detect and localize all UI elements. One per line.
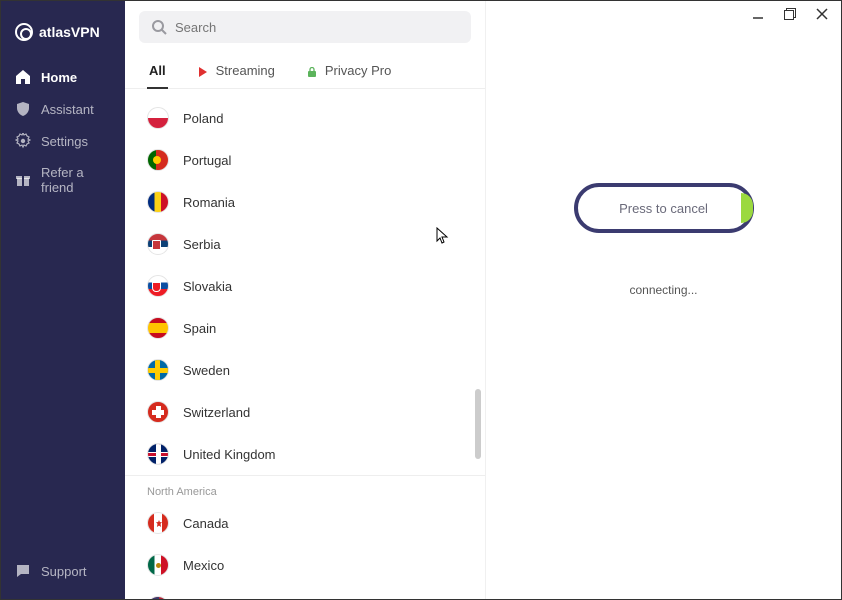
server-label: Canada [183,516,229,531]
server-label: Poland [183,111,223,126]
nav-refer[interactable]: Refer a friend [1,157,125,203]
server-item-pt[interactable]: Portugal [125,139,485,181]
chat-icon [15,563,31,579]
connect-button[interactable]: Press to cancel [574,183,754,233]
server-label: Romania [183,195,235,210]
nav-settings[interactable]: Settings [1,125,125,157]
close-button[interactable] [815,7,829,21]
flag-icon [147,107,169,129]
server-item-gb[interactable]: United Kingdom [125,433,485,475]
window-controls [739,1,841,27]
nav-home[interactable]: Home [1,61,125,93]
flag-icon [147,275,169,297]
minimize-button[interactable] [751,7,765,21]
nav-assistant[interactable]: Assistant [1,93,125,125]
flag-icon [147,233,169,255]
server-label: Serbia [183,237,221,252]
flag-icon [147,596,169,599]
flag-icon [147,401,169,423]
server-item-se[interactable]: Sweden [125,349,485,391]
nav-label: Assistant [41,102,94,117]
connect-button-label: Press to cancel [619,201,708,216]
nav-support[interactable]: Support [1,555,125,587]
tab-label: Privacy Pro [325,63,391,78]
flag-icon [147,191,169,213]
tabs: All Streaming Privacy Pro [125,49,485,89]
shield-icon [15,101,31,117]
nav-label: Support [41,564,87,579]
server-label: Spain [183,321,216,336]
scrollbar[interactable] [475,389,481,459]
search-icon [151,19,167,35]
app-logo: atlasVPN [1,13,125,61]
flag-icon [147,443,169,465]
server-item-sk[interactable]: Slovakia [125,265,485,307]
nav: Home Assistant Settings Refer a friend [1,61,125,203]
tab-privacy[interactable]: Privacy Pro [305,57,393,88]
play-icon [198,65,210,77]
nav-label: Refer a friend [41,165,111,195]
region-header: North America [125,475,485,502]
server-item-es[interactable]: Spain [125,307,485,349]
server-list-scroll[interactable]: Poland Portugal Romania Serbia Slovakia Spain… [125,89,485,599]
home-icon [15,69,31,85]
server-item-us[interactable]: United States [125,586,485,599]
connection-status: connecting... [629,283,697,297]
sidebar: atlasVPN Home Assistant Settings Refer a… [1,1,125,599]
tab-streaming[interactable]: Streaming [196,57,277,88]
server-label: Switzerland [183,405,250,420]
flag-icon [147,317,169,339]
chevron-down-icon [449,598,463,600]
nav-label: Settings [41,134,88,149]
maximize-button[interactable] [783,7,797,21]
connect-panel: Press to cancel connecting... [485,1,841,599]
lock-icon [307,65,319,77]
gift-icon [15,172,31,188]
server-item-pl[interactable]: Poland [125,97,485,139]
server-label: Mexico [183,558,224,573]
server-item-ch[interactable]: Switzerland [125,391,485,433]
server-label: Portugal [183,153,231,168]
tab-label: Streaming [216,63,275,78]
search-input[interactable] [139,11,471,43]
flag-icon [147,149,169,171]
server-label: United Kingdom [183,447,276,462]
server-item-ro[interactable]: Romania [125,181,485,223]
server-item-ca[interactable]: Canada [125,502,485,544]
server-label: Sweden [183,363,230,378]
logo-icon [15,23,33,41]
server-label: Slovakia [183,279,232,294]
search-field[interactable] [175,20,459,35]
tab-label: All [149,63,166,78]
flag-icon [147,554,169,576]
gear-icon [15,133,31,149]
flag-icon [147,512,169,534]
server-item-mx[interactable]: Mexico [125,544,485,586]
server-item-rs[interactable]: Serbia [125,223,485,265]
server-panel: All Streaming Privacy Pro Poland Portugal… [125,1,485,599]
flag-icon [147,359,169,381]
app-name: atlasVPN [39,24,100,40]
tab-all[interactable]: All [147,57,168,88]
nav-label: Home [41,70,77,85]
